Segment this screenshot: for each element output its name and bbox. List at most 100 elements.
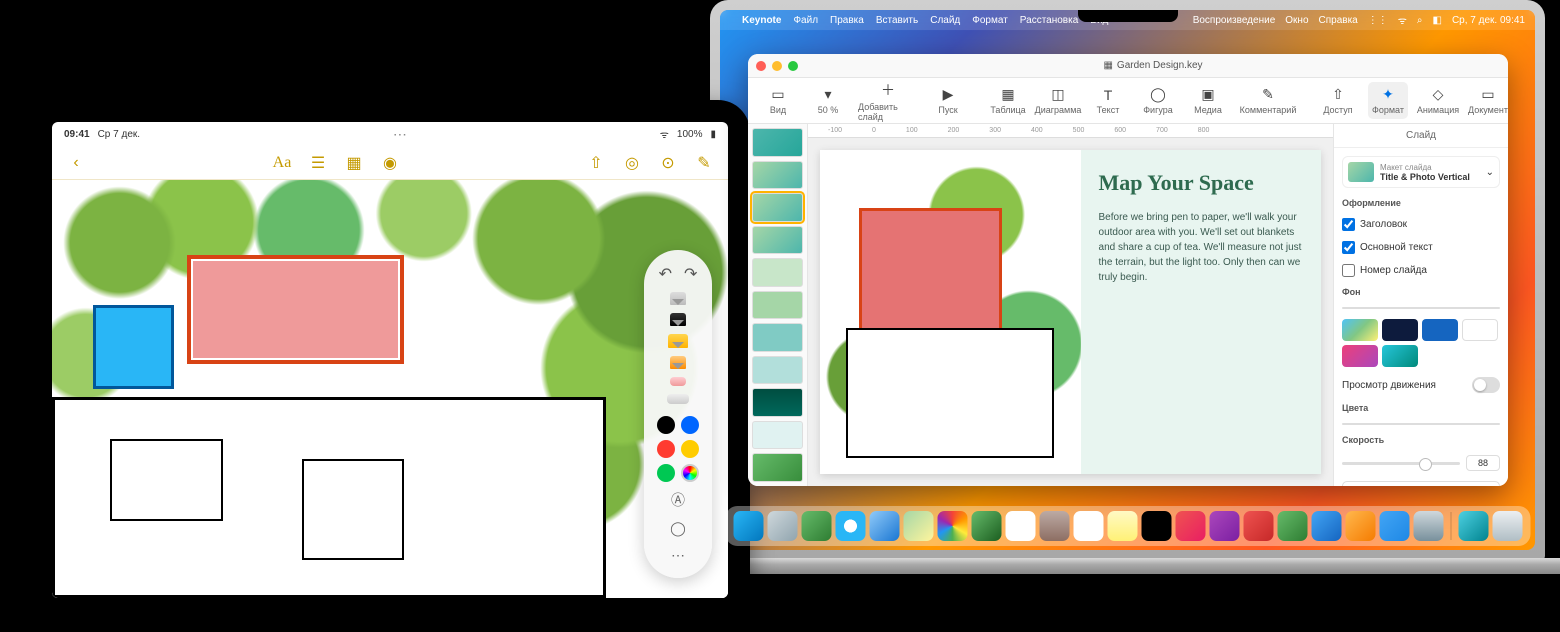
dock-pages-icon[interactable]	[1345, 511, 1375, 541]
eraser-tool[interactable]	[670, 377, 686, 386]
dock-contacts-icon[interactable]	[1039, 511, 1069, 541]
tool-play[interactable]: ▶Пуск	[928, 86, 968, 115]
keynote-titlebar[interactable]: ▦ Garden Design.key	[748, 54, 1508, 78]
tool-share[interactable]: ⇧Доступ	[1318, 86, 1358, 115]
edit-layout-button[interactable]: Редактировать макет слайда	[1342, 481, 1500, 486]
tool-view[interactable]: ▭Вид	[758, 86, 798, 115]
dock-trash-icon[interactable]	[1492, 511, 1522, 541]
pen-tool[interactable]	[670, 313, 686, 326]
tool-add-slide[interactable]: ＋Добавить слайд	[858, 80, 918, 122]
add-shape-tool-icon[interactable]: ◯	[670, 520, 686, 537]
slide-thumb[interactable]	[752, 356, 803, 385]
menu-file[interactable]: Файл	[793, 15, 818, 26]
ruler-tool[interactable]	[667, 394, 689, 404]
dock-maps-icon[interactable]	[903, 511, 933, 541]
pencil-tool[interactable]	[670, 292, 686, 305]
slide-image-placeholder[interactable]	[820, 150, 1081, 474]
slide-editor[interactable]: Map Your Space Before we bring pen to pa…	[808, 138, 1333, 486]
redo-button[interactable]: ↷	[684, 264, 697, 284]
share-icon[interactable]: ⇧	[586, 153, 606, 173]
menu-help[interactable]: Справка	[1319, 15, 1358, 26]
dock-messages-icon[interactable]	[801, 511, 831, 541]
close-button[interactable]	[756, 61, 766, 71]
slide-heading[interactable]: Map Your Space	[1099, 170, 1303, 196]
notes-canvas[interactable]: ↶ ↷ Ⓐ ◯	[52, 180, 728, 598]
compose-icon[interactable]: ✎	[694, 153, 714, 173]
seg-dynamic[interactable]: Динамический	[1421, 308, 1499, 309]
slide-thumb[interactable]	[752, 453, 803, 482]
wifi-icon[interactable]: ᯤ	[1398, 13, 1407, 27]
wifi-icon[interactable]: ⋮⋮	[1368, 15, 1388, 26]
color-wheel[interactable]	[681, 464, 699, 482]
dock-podcasts-icon[interactable]	[1209, 511, 1239, 541]
current-slide[interactable]: Map Your Space Before we bring pen to pa…	[820, 150, 1321, 474]
dock-news-icon[interactable]	[1243, 511, 1273, 541]
dock-numbers-icon[interactable]	[1277, 511, 1307, 541]
tool-zoom[interactable]: ▾50 %	[808, 86, 848, 115]
menu-slide[interactable]: Слайд	[930, 15, 960, 26]
dock-downloads-icon[interactable]	[1458, 511, 1488, 541]
menu-arrange[interactable]: Расстановка	[1020, 15, 1078, 26]
color-red[interactable]	[657, 440, 675, 458]
dock-calendar-icon[interactable]	[1005, 511, 1035, 541]
slide-thumb[interactable]	[752, 161, 803, 190]
slide-thumb[interactable]	[752, 226, 803, 255]
tool-comment[interactable]: ✎Комментарий	[1238, 86, 1298, 115]
color-black[interactable]	[657, 416, 675, 434]
bg-swatch[interactable]	[1342, 345, 1378, 367]
marker-tool[interactable]	[668, 334, 688, 347]
tool-media[interactable]: ▣Медиа	[1188, 86, 1228, 115]
color-blue[interactable]	[681, 416, 699, 434]
dock-keynote-icon[interactable]	[1311, 511, 1341, 541]
background-segmented[interactable]: Стандартный Динамический	[1342, 307, 1500, 309]
checkbox-title[interactable]: Заголовок	[1342, 218, 1500, 231]
crayon-tool[interactable]	[670, 356, 686, 369]
color-yellow[interactable]	[681, 440, 699, 458]
dock-tv-icon[interactable]	[1141, 511, 1171, 541]
tool-document-tab[interactable]: ▭Документ	[1468, 86, 1508, 115]
bg-swatch[interactable]	[1422, 319, 1458, 341]
text-style-icon[interactable]: Aa	[272, 154, 292, 172]
dock-photos-icon[interactable]	[937, 511, 967, 541]
slide-text-area[interactable]: Map Your Space Before we bring pen to pa…	[1081, 150, 1321, 474]
dock-safari-icon[interactable]	[835, 511, 865, 541]
speed-slider[interactable]	[1342, 462, 1460, 465]
color-strip[interactable]	[1342, 423, 1500, 425]
undo-button[interactable]: ↶	[659, 264, 672, 284]
slide-thumb[interactable]	[752, 421, 803, 450]
menu-edit[interactable]: Правка	[830, 15, 864, 26]
tool-shape[interactable]: ◯Фигура	[1138, 86, 1178, 115]
tool-chart[interactable]: ◫Диаграмма	[1038, 86, 1078, 115]
checkbox-slide-number[interactable]: Номер слайда	[1342, 264, 1500, 277]
markup-tool-palette[interactable]: ↶ ↷ Ⓐ ◯	[644, 250, 712, 578]
markup-icon[interactable]: ◎	[622, 153, 642, 173]
dock-appstore-icon[interactable]	[1379, 511, 1409, 541]
dock-music-icon[interactable]	[1175, 511, 1205, 541]
motion-toggle[interactable]	[1472, 377, 1500, 393]
bg-swatch[interactable]	[1342, 319, 1378, 341]
dock-mail-icon[interactable]	[869, 511, 899, 541]
slide-thumb[interactable]	[752, 193, 803, 222]
dock-settings-icon[interactable]	[1413, 511, 1443, 541]
checklist-icon[interactable]: ☰	[308, 153, 328, 173]
slide-thumb[interactable]	[752, 128, 803, 157]
tool-format-tab[interactable]: ✦Формат	[1368, 82, 1408, 119]
menu-play[interactable]: Воспроизведение	[1193, 15, 1276, 26]
slide-thumb[interactable]	[752, 388, 803, 417]
slide-thumb[interactable]	[752, 323, 803, 352]
dock-finder-icon[interactable]	[733, 511, 763, 541]
search-icon[interactable]: ⌕	[1417, 15, 1423, 26]
slide-body-text[interactable]: Before we bring pen to paper, we'll walk…	[1099, 210, 1303, 285]
bg-swatch[interactable]	[1382, 319, 1418, 341]
garden-sketch[interactable]	[52, 180, 728, 598]
tool-table[interactable]: ▦Таблица	[988, 86, 1028, 115]
control-center-icon[interactable]: ◧	[1433, 15, 1442, 26]
menu-insert[interactable]: Вставить	[876, 15, 918, 26]
back-icon[interactable]: ‹	[66, 154, 86, 172]
menubar-datetime[interactable]: Ср, 7 дек. 09:41	[1452, 15, 1525, 26]
color-green[interactable]	[657, 464, 675, 482]
camera-icon[interactable]: ◉	[380, 153, 400, 173]
dock-notes-icon[interactable]	[1107, 511, 1137, 541]
seg-standard[interactable]: Стандартный	[1343, 308, 1421, 309]
slide-thumb[interactable]	[752, 258, 803, 287]
